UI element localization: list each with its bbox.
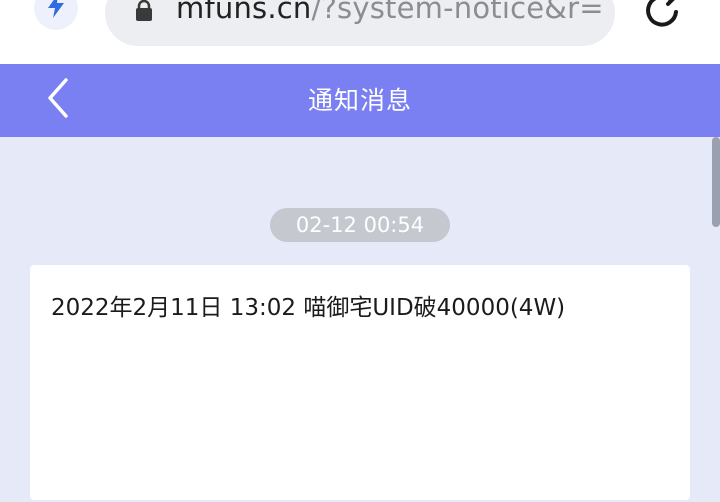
page-title: 通知消息 (307, 86, 412, 115)
url-host: mfuns.cn (176, 0, 312, 25)
notice-list: 02-12 00:54 2022年2月11日 13:02 喵御宅UID破4000… (0, 137, 720, 502)
page-header: 通知消息 (0, 64, 720, 137)
url-text[interactable]: mfuns.cn/?system-notice&r=ll (176, 0, 606, 28)
url-path: /?system-notice&r=ll (311, 0, 606, 25)
lock-icon (133, 0, 155, 22)
quick-action-button[interactable] (34, 0, 78, 30)
reload-icon (640, 0, 684, 36)
browser-address-bar: mfuns.cn/?system-notice&r=ll (0, 0, 720, 64)
reload-button[interactable] (640, 0, 684, 32)
app-root: mfuns.cn/?system-notice&r=ll 通知消息 02-12 … (0, 0, 720, 502)
back-button[interactable] (36, 78, 80, 122)
notice-text: 2022年2月11日 13:02 喵御宅UID破40000(4W) (51, 295, 566, 321)
notice-card[interactable]: 2022年2月11日 13:02 喵御宅UID破40000(4W) (30, 265, 690, 500)
scrollbar[interactable] (712, 137, 720, 227)
lightning-bolt-icon (46, 0, 66, 22)
timestamp-badge: 02-12 00:54 (270, 208, 450, 242)
chevron-left-icon (46, 78, 70, 122)
